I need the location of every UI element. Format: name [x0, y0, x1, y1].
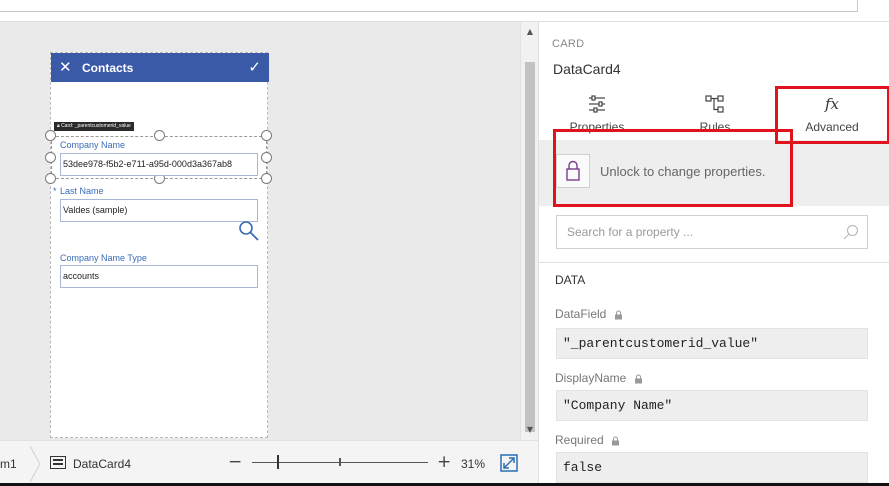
lock-icon	[634, 374, 642, 384]
resize-handle[interactable]	[261, 130, 272, 141]
scroll-down-icon[interactable]: ▼	[521, 422, 539, 438]
last-name-input[interactable]: Valdes (sample)	[60, 199, 258, 222]
resize-handle[interactable]	[45, 152, 56, 163]
displayname-value[interactable]: "Company Name"	[556, 390, 868, 421]
canvas-vertical-scrollbar[interactable]: ▲ ▼	[520, 22, 538, 440]
form-title: Contacts	[82, 61, 134, 75]
scroll-thumb[interactable]	[525, 62, 535, 432]
formula-bar[interactable]	[0, 0, 858, 12]
card-tag-lock-icon: 🔒︎	[57, 123, 60, 129]
properties-panel: CARD DataCard4 Properties Rules fx Advan…	[538, 22, 889, 486]
breadcrumb-screen[interactable]: m1	[0, 457, 17, 471]
resize-handle[interactable]	[261, 173, 272, 184]
form-preview[interactable]: ✕ Contacts ✓ 🔒︎ Card: _parentcustomerid_…	[45, 52, 272, 438]
section-divider	[539, 262, 889, 263]
breadcrumb-card[interactable]: DataCard4	[73, 457, 131, 471]
required-mark: *	[53, 186, 57, 196]
property-search-input[interactable]	[557, 216, 837, 248]
field-label-last-name: Last Name	[60, 186, 104, 196]
section-heading-data: DATA	[555, 273, 586, 287]
control-name[interactable]: DataCard4	[553, 61, 621, 77]
resize-handle[interactable]	[45, 130, 56, 141]
highlight-unlock-banner	[553, 129, 793, 207]
search-icon[interactable]	[843, 224, 859, 240]
resize-handle[interactable]	[261, 152, 272, 163]
card-tag: 🔒︎ Card: _parentcustomerid_value	[54, 122, 134, 131]
resize-handle[interactable]	[154, 130, 165, 141]
property-label-displayname: DisplayName	[555, 371, 643, 385]
magnifier-icon[interactable]	[238, 220, 260, 242]
lock-icon	[612, 436, 620, 446]
sliders-icon	[589, 95, 605, 113]
zoom-in-button[interactable]: +	[437, 452, 451, 472]
zoom-slider-tick	[339, 458, 341, 466]
lock-icon	[614, 310, 622, 320]
card-tag-label: Card: _parentcustomerid_value	[61, 123, 131, 129]
property-label-required: Required	[555, 433, 620, 447]
property-name: DisplayName	[555, 371, 627, 385]
company-name-type-input[interactable]: accounts	[60, 265, 258, 288]
status-bar: m1 DataCard4 − + 31%	[0, 440, 538, 486]
property-search[interactable]	[556, 215, 868, 249]
zoom-level: 31%	[461, 457, 486, 471]
field-label-company-name: Company Name	[60, 140, 126, 150]
datafield-value[interactable]: "_parentcustomerid_value"	[556, 328, 868, 359]
property-name: Required	[555, 433, 604, 447]
form-header: ✕ Contacts ✓	[51, 53, 269, 82]
company-name-input[interactable]: 53dee978-f5b2-e711-a95d-000d3a367ab8	[60, 153, 258, 176]
zoom-slider-thumb[interactable]	[277, 455, 279, 469]
zoom-out-button[interactable]: −	[228, 452, 242, 472]
top-toolbar	[0, 0, 889, 22]
property-name: DataField	[555, 307, 607, 321]
required-value[interactable]: false	[556, 452, 868, 483]
design-canvas[interactable]: ✕ Contacts ✓ 🔒︎ Card: _parentcustomerid_…	[0, 22, 520, 440]
check-icon[interactable]: ✓	[248, 58, 261, 76]
control-kind: CARD	[552, 38, 585, 50]
close-icon[interactable]: ✕	[59, 59, 72, 75]
property-label-datafield: DataField	[555, 307, 623, 321]
scroll-up-icon[interactable]: ▲	[521, 24, 539, 40]
rules-flow-icon	[705, 95, 724, 113]
breadcrumb-separator-icon	[29, 445, 41, 483]
card-icon	[50, 456, 66, 469]
resize-handle[interactable]	[45, 173, 56, 184]
fit-to-window-icon[interactable]	[500, 454, 518, 472]
field-label-company-name-type: Company Name Type	[60, 253, 147, 263]
